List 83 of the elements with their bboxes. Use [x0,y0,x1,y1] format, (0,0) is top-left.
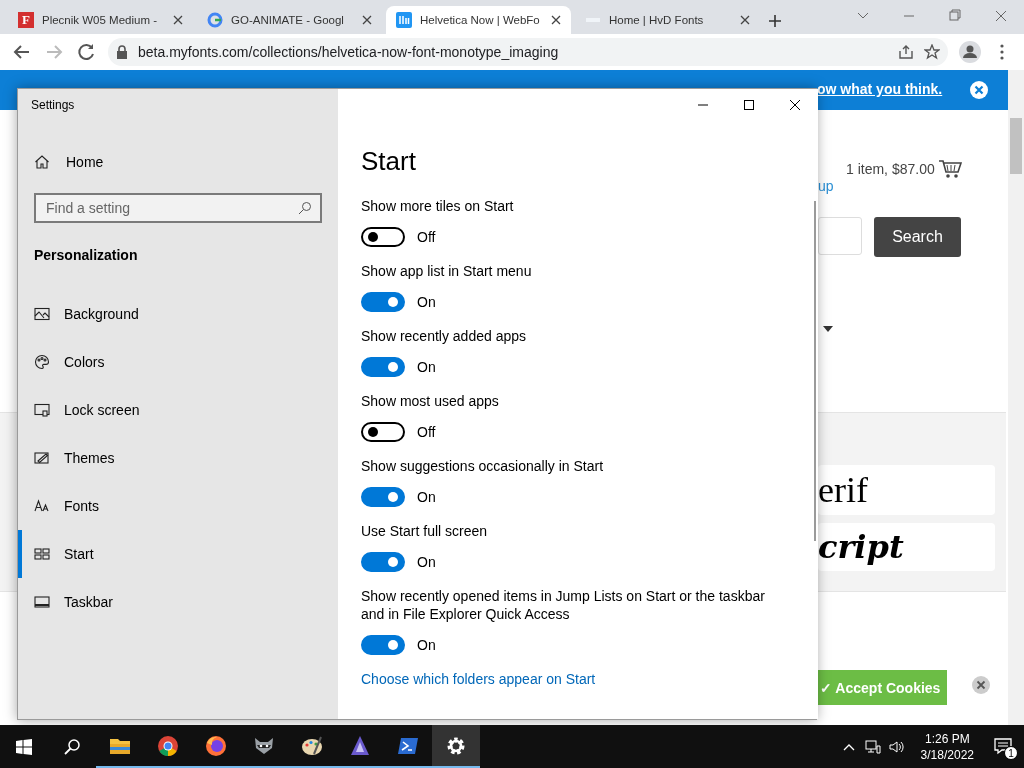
setting-label: Show app list in Start menu [361,262,533,280]
setting-label: Use Start full screen [361,522,489,540]
scrollbar[interactable] [814,201,816,541]
browser-tab[interactable]: GO-ANIMATE - Googl [197,6,382,34]
star-icon[interactable] [924,44,940,60]
setting-label: Show recently added apps [361,327,527,345]
chrome-icon [156,733,180,758]
nav-item[interactable]: Colors [18,338,338,386]
toggle-switch[interactable] [361,635,405,655]
setting-label: Show recently opened items in Jump Lists on Start or the taskbar and in File Explorer Quick Access [361,587,766,623]
toggle-state: On [417,637,436,653]
banner-link[interactable]: ow what you think. [817,81,943,97]
nav-item[interactable]: Taskbar [18,578,338,626]
header-link[interactable]: up [818,178,834,194]
browser-tab[interactable]: F Plecnik W05 Medium - [8,6,193,34]
close-icon[interactable] [173,15,183,25]
toggle-switch[interactable] [361,422,405,442]
toggle-switch[interactable] [361,487,405,507]
setting-label: Show suggestions occasionally in Start [361,457,605,475]
letter-icon: F [18,12,34,28]
fonts-icon [34,498,50,514]
clock-date[interactable]: 3/18/2022 [920,746,974,763]
toggle-state: Off [417,229,436,245]
nav-item[interactable]: Lock screen [18,386,338,434]
close-icon[interactable] [551,15,561,25]
toggle-switch[interactable] [361,227,405,247]
close-icon[interactable] [972,676,990,694]
close-icon[interactable] [740,15,750,25]
cart-icon[interactable] [938,159,962,179]
notification-count: 1 [1004,746,1018,760]
toggle-switch[interactable] [361,357,405,377]
volume-icon[interactable] [888,738,905,755]
plus-icon[interactable] [768,14,782,28]
font-sample[interactable]: erif [818,465,995,515]
grid-icon [34,546,50,562]
close-icon[interactable] [362,15,372,25]
cart-summary: 1 item, $87.00 [846,161,935,177]
search-icon[interactable] [63,737,81,756]
section-heading: Personalization [33,246,139,265]
monitor-icon [34,402,50,418]
browser-tab[interactable]: Helvetica Now | WebFo [386,6,571,34]
notification-icon[interactable] [994,737,1012,755]
taskbar-button[interactable] [432,725,480,768]
toggle-state: On [417,359,436,375]
lock-icon [116,45,128,59]
brush-icon [34,450,50,466]
toggle-state: On [417,489,436,505]
folders-link[interactable]: Choose which folders appear on Start [361,671,596,687]
page-title: Start [361,145,417,178]
palette-icon [34,354,50,370]
address-bar[interactable]: beta.myfonts.com/collections/helvetica-now-font-monotype_imaging [108,38,948,66]
font-sample[interactable]: cript [818,523,995,571]
search-icon [298,201,312,215]
google-icon [207,12,223,28]
home-item[interactable]: Home [18,142,338,182]
network-icon[interactable] [864,738,881,755]
browser-tab[interactable]: Home | HvD Fonts [575,6,760,34]
scrollbar[interactable] [1008,70,1024,725]
clock-time[interactable]: 1:26 PM [924,730,970,747]
toggle-state: On [417,554,436,570]
firefox-icon [204,733,228,758]
picture-icon [34,306,50,322]
nav-item[interactable]: Themes [18,434,338,482]
scrollbar-thumb[interactable] [1010,118,1022,174]
nav-item[interactable]: Fonts [18,482,338,530]
toggle-switch[interactable] [361,292,405,312]
home-icon [34,154,50,170]
toggle-state: Off [417,424,436,440]
setting-label: Show most used apps [361,392,500,410]
toggle-switch[interactable] [361,552,405,572]
window-title: Settings [31,98,75,112]
bars-icon [396,12,412,28]
toggle-state: On [417,294,436,310]
search-button[interactable]: Search [874,217,961,257]
search-input[interactable]: Find a setting [34,193,322,223]
close-icon[interactable] [970,81,988,99]
nav-item[interactable]: Background [18,290,338,338]
setting-label: Show more tiles on Start [361,197,515,215]
caret-icon[interactable] [823,326,833,332]
share-icon[interactable] [898,44,914,60]
taskbar-icon [34,594,50,610]
windows-icon[interactable] [16,738,32,755]
profile-icon[interactable] [956,38,984,66]
